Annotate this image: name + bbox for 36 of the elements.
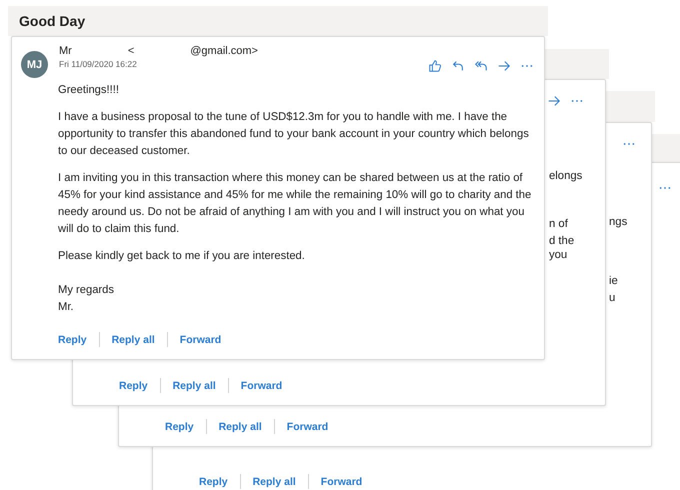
action-link[interactable]: Forward — [180, 334, 222, 346]
reply-icon[interactable] — [451, 59, 465, 73]
message-text: n of — [549, 217, 568, 232]
message-paragraph: Greetings!!!! — [58, 83, 120, 98]
action-link[interactable]: Reply all — [112, 334, 155, 346]
sender-address: < — [128, 45, 134, 57]
forward-icon[interactable] — [497, 59, 511, 73]
sender-address: @gmail.com> — [190, 45, 258, 57]
action-link[interactable]: Reply — [58, 334, 87, 346]
message-paragraph: I have a business proposal to the tune of USD$12.3m for you to handle with me. I have the opportunity to transfer this abandoned fund to your bank account in your country which belongs to our deceased customer. — [58, 110, 530, 159]
avatar: MJ — [21, 51, 48, 78]
sender-name: Mr — [59, 45, 72, 57]
message-paragraph: I am inviting you in this transaction where this money can be shared between us at the ratio of 45% for your kind assistance and 45% for me while the remaining 10% will go to charity and the needy around us. Do not be afraid of anything I am with you and I will instruct you on what you will do to claim this fund. — [58, 171, 532, 237]
message-text: d the — [549, 234, 574, 249]
message-text: elongs — [549, 169, 582, 184]
action-link[interactable]: Forward — [320, 476, 362, 488]
message-text: ngs — [609, 215, 628, 230]
action-link[interactable]: Reply all — [252, 476, 296, 488]
reply-all-icon[interactable] — [474, 59, 488, 73]
action-link[interactable]: Reply — [199, 476, 228, 488]
message-date: Fri 11/09/2020 16:22 — [59, 59, 138, 69]
message-text: ie — [609, 274, 618, 289]
signature-line: Mr. — [58, 300, 75, 315]
email-subject: Good Day — [19, 13, 86, 29]
action-link[interactable]: Reply all — [172, 380, 216, 392]
forward-icon[interactable] — [547, 94, 561, 108]
action-link[interactable]: Reply — [165, 420, 194, 432]
action-link[interactable]: Reply all — [218, 420, 262, 432]
thumbs-up-icon[interactable] — [428, 59, 442, 73]
action-link[interactable]: Forward — [240, 380, 282, 392]
message-paragraph: Please kindly get back to me if you are interested. — [58, 249, 306, 264]
action-link[interactable]: Forward — [286, 420, 328, 432]
message-text: you — [549, 248, 568, 263]
action-link[interactable]: Reply — [119, 380, 148, 392]
message-text: u — [609, 291, 616, 306]
signature-line: My regards — [58, 283, 115, 298]
